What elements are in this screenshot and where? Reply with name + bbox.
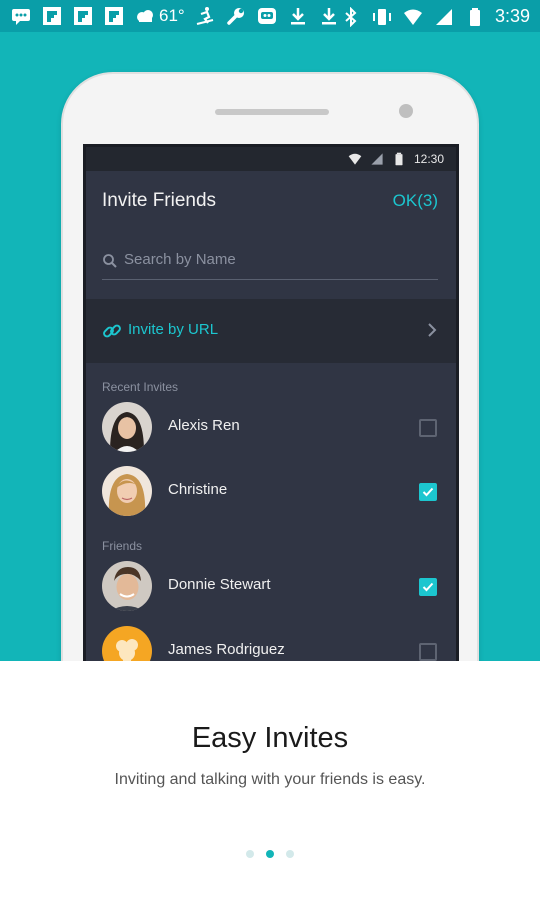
wifi-icon xyxy=(348,153,362,165)
invite-by-url-row[interactable]: Invite by URL xyxy=(86,299,456,363)
contact-name: James Rodriguez xyxy=(168,641,285,658)
search-bar[interactable]: Search by Name xyxy=(86,231,456,291)
chevron-right-icon xyxy=(428,323,437,337)
contact-checkbox[interactable] xyxy=(419,578,437,596)
avatar xyxy=(102,466,152,516)
contact-checkbox[interactable] xyxy=(419,483,437,501)
section-label-friends: Friends xyxy=(102,539,143,553)
page-indicator xyxy=(0,850,540,858)
battery-icon xyxy=(464,7,486,27)
search-icon xyxy=(103,254,117,268)
page-dot[interactable] xyxy=(286,850,294,858)
phone-speaker xyxy=(215,109,329,115)
vibrate-icon xyxy=(371,7,393,27)
bluetooth-icon xyxy=(340,6,362,27)
contact-checkbox[interactable] xyxy=(419,643,437,661)
contact-name: Christine xyxy=(168,481,228,498)
contact-checkbox[interactable] xyxy=(419,419,437,437)
message-icon xyxy=(10,6,32,26)
app-header: Invite Friends OK(3) xyxy=(86,171,456,231)
contact-row[interactable]: Donnie Stewart xyxy=(86,556,456,616)
phone-status-time: 12:30 xyxy=(413,152,444,166)
contact-row[interactable]: James Rodriguez xyxy=(86,621,456,661)
phone-mockup: 12:30 Invite Friends OK(3) Search by Nam… xyxy=(61,72,479,661)
page-dot[interactable] xyxy=(246,850,254,858)
phone-camera xyxy=(399,104,413,118)
flipboard-icon xyxy=(103,6,125,26)
flipboard-icon xyxy=(41,6,63,26)
section-label-recent: Recent Invites xyxy=(102,380,179,394)
contact-row[interactable]: Alexis Ren xyxy=(86,397,456,457)
contact-name: Alexis Ren xyxy=(168,417,240,434)
checkmark-icon xyxy=(422,487,434,497)
invite-friends-screen: 12:30 Invite Friends OK(3) Search by Nam… xyxy=(86,147,456,661)
phone-status-bar: 12:30 xyxy=(86,147,456,171)
onboarding-subtitle: Inviting and talking with your friends i… xyxy=(114,771,426,788)
search-underline xyxy=(102,279,438,280)
system-icons: 3:39 xyxy=(340,6,530,27)
onboarding-title: Easy Invites xyxy=(191,722,349,754)
notification-icons: 61° xyxy=(10,6,340,26)
link-icon xyxy=(103,324,121,338)
search-input[interactable]: Search by Name xyxy=(124,251,236,268)
avatar xyxy=(102,561,152,611)
battery-icon xyxy=(395,152,403,166)
contact-row[interactable]: Christine xyxy=(86,461,456,521)
download-icon xyxy=(287,6,309,26)
skier-icon xyxy=(194,6,216,26)
invite-by-url-label: Invite by URL xyxy=(128,321,219,338)
weather-cloud-icon xyxy=(134,6,156,26)
wifi-icon xyxy=(402,7,424,27)
contact-name: Donnie Stewart xyxy=(168,576,271,593)
flipboard-icon xyxy=(72,6,94,26)
page-title: Invite Friends xyxy=(102,190,217,211)
status-bar: 61° 3:39 xyxy=(0,0,540,32)
ok-button[interactable]: OK(3) xyxy=(393,191,438,211)
signal-icon xyxy=(371,153,383,165)
hero-illustration: 12:30 Invite Friends OK(3) Search by Nam… xyxy=(0,32,540,661)
status-time: 3:39 xyxy=(494,6,530,26)
app-icon xyxy=(256,6,278,26)
avatar-placeholder xyxy=(102,626,152,661)
phone-screen: 12:30 Invite Friends OK(3) Search by Nam… xyxy=(83,144,459,661)
avatar xyxy=(102,402,152,452)
wrench-icon xyxy=(225,6,247,26)
download-icon xyxy=(318,6,340,26)
checkmark-icon xyxy=(422,582,434,592)
temperature: 61° xyxy=(159,6,185,25)
signal-icon xyxy=(433,7,455,27)
page-dot-active[interactable] xyxy=(266,850,274,858)
